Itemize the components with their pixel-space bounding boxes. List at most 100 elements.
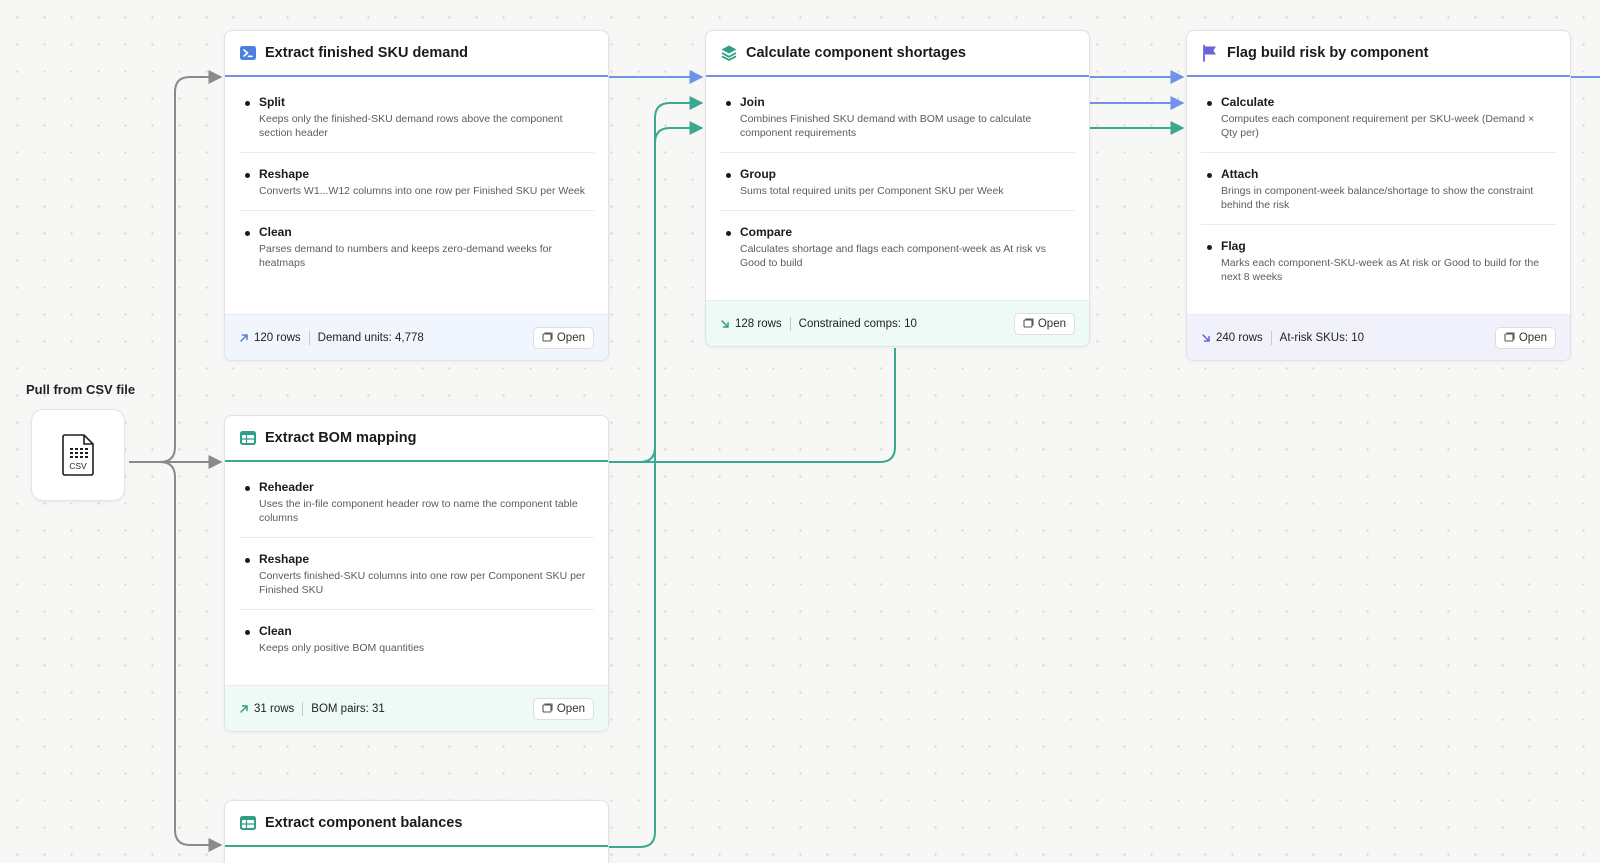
- step-name: Attach: [1221, 167, 1259, 181]
- card-header: Extract BOM mapping: [225, 416, 608, 462]
- step-name: Reshape: [259, 167, 310, 181]
- open-button[interactable]: Open: [1013, 312, 1075, 335]
- edge-bom-to-shortages: [609, 96, 704, 463]
- arrow-down-right-icon: [1202, 333, 1210, 342]
- step-description: Brings in component-week balance/shortag…: [1221, 185, 1534, 211]
- open-button-label: Open: [1518, 331, 1547, 344]
- card-title: Flag build risk by component: [1227, 45, 1429, 61]
- open-button[interactable]: Open: [532, 697, 594, 720]
- step-name: Split: [259, 95, 285, 109]
- card-title: Extract finished SKU demand: [265, 45, 469, 61]
- step-item: Clean Keeps only positive BOM quantities: [239, 610, 594, 667]
- card-flag-build-risk[interactable]: Flag build risk by component Calculate C…: [1186, 30, 1571, 361]
- card-extract-sku-demand[interactable]: Extract finished SKU demand Split Keeps …: [224, 30, 609, 361]
- card-extract-component-balances[interactable]: Extract component balances: [224, 800, 609, 863]
- edge-shortages-down-to-bom: [609, 348, 896, 463]
- source-label: Pull from CSV file: [26, 382, 136, 397]
- step-list: Reheader Uses the in-file component head…: [225, 462, 608, 667]
- step-description: Sums total required units per Component …: [740, 185, 1004, 197]
- flag-icon: [1201, 44, 1219, 62]
- open-window-icon: [1504, 332, 1515, 342]
- step-item: Reshape Converts W1...W12 columns into o…: [239, 153, 594, 211]
- csv-icon-text: CSV: [69, 461, 87, 471]
- table-icon: [239, 814, 257, 832]
- step-item: Compare Calculates shortage and flags ea…: [720, 211, 1075, 282]
- step-item: Split Keeps only the finished-SKU demand…: [239, 81, 594, 153]
- step-description: Calculates shortage and flags each compo…: [740, 243, 1046, 269]
- open-button[interactable]: Open: [1494, 326, 1556, 349]
- arrow-down-right-icon: [721, 319, 729, 328]
- card-extract-bom-mapping[interactable]: Extract BOM mapping Reheader Uses the in…: [224, 415, 609, 732]
- edge-source-to-sku-demand: [129, 70, 223, 463]
- card-header: Calculate component shortages: [706, 31, 1089, 77]
- open-button-label: Open: [556, 331, 585, 344]
- row-count: 31 rows: [239, 703, 294, 715]
- card-title: Extract component balances: [265, 815, 463, 831]
- step-name: Group: [740, 167, 776, 181]
- card-title: Calculate component shortages: [746, 45, 966, 61]
- row-count-text: 240 rows: [1216, 331, 1263, 344]
- footer-metric: Constrained comps: 10: [798, 317, 917, 330]
- row-count-text: 120 rows: [254, 331, 301, 344]
- row-count: 128 rows: [720, 318, 782, 330]
- step-description: Uses the in-file component header row to…: [259, 498, 578, 524]
- step-description: Converts finished-SKU columns into one r…: [259, 570, 586, 596]
- step-name: Join: [740, 95, 765, 109]
- step-name: Compare: [740, 225, 793, 239]
- table-icon: [239, 429, 257, 447]
- step-list: Split Keeps only the finished-SKU demand…: [225, 77, 608, 282]
- step-name: Reshape: [259, 552, 310, 566]
- footer-divider: [302, 701, 304, 716]
- terminal-icon: [239, 44, 257, 62]
- row-count-text: 31 rows: [254, 702, 295, 715]
- csv-file-icon: CSV: [62, 434, 94, 476]
- step-name: Clean: [259, 225, 292, 239]
- open-window-icon: [1023, 318, 1034, 328]
- footer-divider: [1270, 330, 1272, 345]
- step-item: Join Combines Finished SKU demand with B…: [720, 81, 1075, 153]
- csv-source-node[interactable]: Pull from CSV file CSV: [26, 382, 136, 501]
- csv-source-box[interactable]: CSV: [31, 409, 125, 501]
- card-title: Extract BOM mapping: [265, 430, 417, 446]
- edge-source-to-balances: [129, 461, 223, 852]
- card-header: Extract component balances: [225, 801, 608, 847]
- step-description: Keeps only the finished-SKU demand rows …: [259, 113, 563, 139]
- row-count: 240 rows: [1201, 332, 1263, 344]
- card-header: Extract finished SKU demand: [225, 31, 608, 77]
- step-description: Combines Finished SKU demand with BOM us…: [740, 113, 1032, 139]
- step-list: Calculate Computes each component requir…: [1187, 77, 1570, 296]
- footer-divider: [789, 316, 791, 331]
- card-header: Flag build risk by component: [1187, 31, 1570, 77]
- layers-icon: [720, 44, 738, 62]
- open-button-label: Open: [1037, 317, 1066, 330]
- step-name: Reheader: [259, 480, 314, 494]
- step-item: Clean Parses demand to numbers and keeps…: [239, 211, 594, 282]
- card-footer: 31 rows BOM pairs: 31 Open: [225, 685, 608, 731]
- row-count-text: 128 rows: [735, 317, 782, 330]
- step-name: Calculate: [1221, 95, 1275, 109]
- open-window-icon: [542, 703, 553, 713]
- step-description: Converts W1...W12 columns into one row p…: [259, 185, 586, 197]
- edge-balances-to-shortages: [609, 121, 704, 848]
- card-footer: 240 rows At-risk SKUs: 10 Open: [1187, 314, 1570, 360]
- step-item: Attach Brings in component-week balance/…: [1201, 153, 1556, 225]
- step-item: Calculate Computes each component requir…: [1201, 81, 1556, 153]
- card-calculate-shortages[interactable]: Calculate component shortages Join Combi…: [705, 30, 1090, 347]
- step-description: Parses demand to numbers and keeps zero-…: [259, 243, 552, 269]
- step-description: Marks each component-SKU-week as At risk…: [1221, 257, 1540, 283]
- footer-metric: BOM pairs: 31: [311, 702, 385, 715]
- open-button[interactable]: Open: [532, 326, 594, 349]
- footer-metric: Demand units: 4,778: [317, 331, 424, 344]
- footer-metric: At-risk SKUs: 10: [1279, 331, 1365, 344]
- arrow-up-right-icon: [240, 704, 248, 713]
- step-description: Keeps only positive BOM quantities: [259, 642, 425, 654]
- step-item: Reheader Uses the in-file component head…: [239, 466, 594, 538]
- arrow-up-right-icon: [240, 333, 248, 342]
- step-item: Reshape Converts finished-SKU columns in…: [239, 538, 594, 610]
- step-description: Computes each component requirement per …: [1221, 113, 1535, 139]
- row-count: 120 rows: [239, 332, 301, 344]
- step-item: Group Sums total required units per Comp…: [720, 153, 1075, 211]
- step-list: Join Combines Finished SKU demand with B…: [706, 77, 1089, 282]
- step-item: Flag Marks each component-SKU-week as At…: [1201, 225, 1556, 296]
- step-name: Clean: [259, 624, 292, 638]
